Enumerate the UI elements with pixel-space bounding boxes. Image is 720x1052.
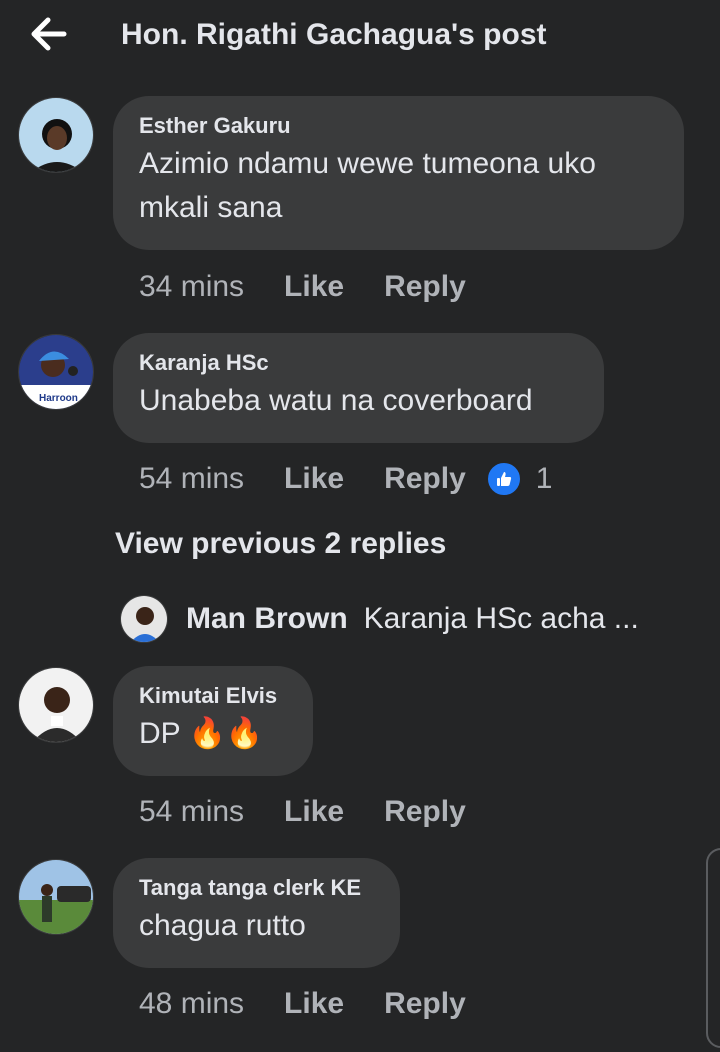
comment-time: 34 mins bbox=[139, 270, 245, 303]
reply-button[interactable]: Reply bbox=[384, 462, 466, 496]
comments-page: Hon. Rigathi Gachagua's post Esther Gaku… bbox=[0, 0, 720, 1052]
comment-time: 54 mins bbox=[139, 795, 245, 828]
view-previous-replies-link[interactable]: View previous 2 replies bbox=[115, 527, 446, 561]
comment-actions: 54 mins Like Reply 1 bbox=[139, 459, 552, 499]
comment-bubble[interactable]: Karanja HSc Unabeba watu na coverboard bbox=[113, 333, 604, 443]
comment-bubble[interactable]: Kimutai Elvis DP 🔥🔥 bbox=[113, 666, 313, 776]
comment-bubble[interactable]: Esther Gakuru Azimio ndamu wewe tumeona … bbox=[113, 96, 684, 250]
like-button[interactable]: Like bbox=[284, 462, 344, 496]
comment-author[interactable]: Karanja HSc bbox=[139, 349, 578, 377]
avatar[interactable]: Harroon bbox=[18, 334, 94, 410]
reply-button[interactable]: Reply bbox=[384, 270, 466, 304]
like-button[interactable]: Like bbox=[284, 987, 344, 1021]
avatar[interactable] bbox=[120, 595, 168, 643]
comment-bubble[interactable]: Tanga tanga clerk KE chagua rutto bbox=[113, 858, 400, 968]
reply-preview[interactable]: Man Brown Karanja HSc acha ... bbox=[120, 594, 639, 644]
comment-author[interactable]: Esther Gakuru bbox=[139, 112, 658, 140]
scroll-handle[interactable] bbox=[706, 848, 720, 1048]
comment-time: 54 mins bbox=[139, 462, 245, 495]
comment-text: chagua rutto bbox=[139, 909, 306, 942]
reaction-count[interactable]: 1 bbox=[536, 462, 553, 496]
comment-author[interactable]: Kimutai Elvis bbox=[139, 682, 287, 710]
comment-author[interactable]: Tanga tanga clerk KE bbox=[139, 874, 374, 902]
reply-button[interactable]: Reply bbox=[384, 795, 466, 829]
svg-text:Harroon: Harroon bbox=[39, 393, 78, 404]
comment-time: 48 mins bbox=[139, 987, 245, 1020]
avatar[interactable] bbox=[18, 859, 94, 935]
comment-text: Unabeba watu na coverboard bbox=[139, 384, 533, 417]
avatar[interactable] bbox=[18, 97, 94, 173]
reply-snippet: Karanja HSc acha ... bbox=[363, 602, 639, 635]
avatar[interactable] bbox=[18, 667, 94, 743]
like-button[interactable]: Like bbox=[284, 795, 344, 829]
comment-text: Azimio ndamu wewe tumeona uko mkali sana bbox=[139, 147, 596, 224]
arrow-left-icon[interactable] bbox=[26, 14, 70, 54]
comment-actions: 54 mins Like Reply bbox=[139, 792, 466, 832]
like-button[interactable]: Like bbox=[284, 270, 344, 304]
page-title: Hon. Rigathi Gachagua's post bbox=[121, 18, 547, 51]
comment-actions: 34 mins Like Reply bbox=[139, 267, 466, 307]
header: Hon. Rigathi Gachagua's post bbox=[0, 0, 720, 76]
thumbs-up-icon[interactable] bbox=[485, 461, 522, 497]
comment-text: DP 🔥🔥 bbox=[139, 717, 264, 750]
reply-author[interactable]: Man Brown bbox=[186, 602, 348, 636]
comment-actions: 48 mins Like Reply bbox=[139, 984, 466, 1024]
reply-button[interactable]: Reply bbox=[384, 987, 466, 1021]
